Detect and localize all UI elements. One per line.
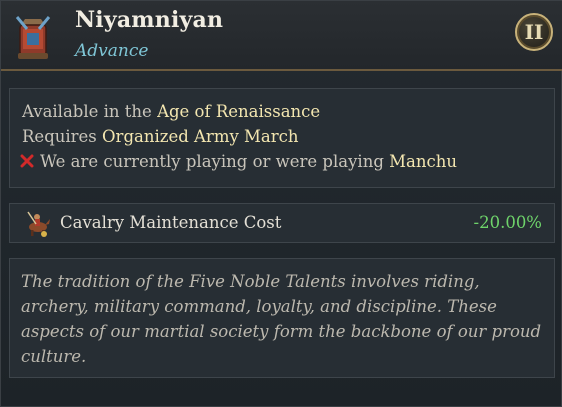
country-name: Manchu: [389, 152, 457, 171]
age-requirement: Available in the Age of Renaissance: [22, 102, 320, 121]
advance-title: Niyamniyan: [75, 7, 224, 33]
modifier-value: -20.00%: [473, 213, 543, 232]
country-requirement: We are currently playing or were playing…: [20, 152, 457, 171]
flavor-description-panel: The tradition of the Five Noble Talents …: [9, 258, 555, 378]
cavalry-icon: [24, 210, 52, 238]
prerequisite-name: Organized Army March: [102, 127, 299, 146]
red-cross-icon: [20, 153, 34, 168]
flavor-description: The tradition of the Five Noble Talents …: [21, 272, 542, 366]
advance-emblem-icon: [11, 13, 55, 63]
age-name: Age of Renaissance: [157, 102, 321, 121]
requirements-panel: Available in the Age of Renaissance Requ…: [9, 88, 555, 188]
prerequisite-requirement: Requires Organized Army March: [22, 127, 299, 146]
tier-badge: II: [515, 13, 553, 51]
advance-tooltip: Niyamniyan Advance II Available in the A…: [0, 0, 562, 407]
age-requirement-prefix: Available in the: [22, 102, 158, 121]
modifier-row: Cavalry Maintenance Cost -20.00%: [9, 203, 555, 243]
country-requirement-prefix: We are currently playing or were playing: [40, 152, 390, 171]
tooltip-header: Niyamniyan Advance II: [1, 1, 562, 71]
advance-subtitle: Advance: [75, 41, 149, 61]
modifier-label: Cavalry Maintenance Cost: [60, 213, 282, 232]
prerequisite-prefix: Requires: [22, 127, 103, 146]
